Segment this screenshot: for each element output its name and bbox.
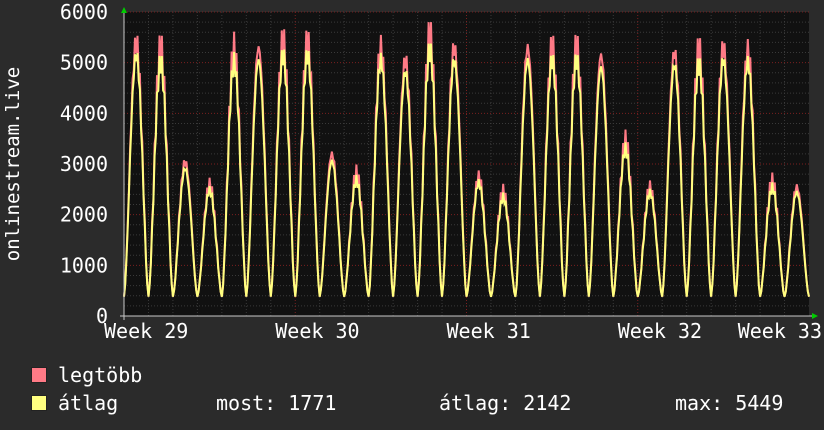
legend-swatch-atlag xyxy=(31,395,47,411)
x-tick-label: Week 30 xyxy=(275,319,359,343)
legend-swatch-legtobb xyxy=(31,367,47,383)
x-tick-label: Week 33 xyxy=(738,319,822,343)
x-tick-labels: Week 29 Week 30 Week 31 Week 32 Week 33 xyxy=(104,319,822,343)
stat-most: most: 1771 xyxy=(216,391,337,415)
stat-atlag: átlag: 2142 xyxy=(439,391,572,415)
y-tick-label: 6000 xyxy=(60,0,108,24)
legend-label-atlag: átlag xyxy=(58,391,119,415)
stat-max: max: 5449 xyxy=(675,391,784,415)
y-tick-label: 2000 xyxy=(60,203,108,227)
y-axis-label: onlinestream.live xyxy=(2,67,24,261)
x-tick-label: Week 29 xyxy=(104,319,188,343)
y-tick-label: 3000 xyxy=(60,152,108,176)
y-axis-arrow-icon xyxy=(121,7,127,13)
chart: 0100020003000400050006000 Week 29 Week 30… xyxy=(2,0,822,343)
x-tick-label: Week 32 xyxy=(618,319,702,343)
x-tick-label: Week 31 xyxy=(447,319,531,343)
y-tick-label: 4000 xyxy=(60,101,108,125)
y-tick-labels: 0100020003000400050006000 xyxy=(60,0,108,328)
y-tick-label: 1000 xyxy=(60,253,108,277)
y-tick-label: 5000 xyxy=(60,51,108,75)
legend-label-legtobb: legtöbb xyxy=(58,363,143,387)
